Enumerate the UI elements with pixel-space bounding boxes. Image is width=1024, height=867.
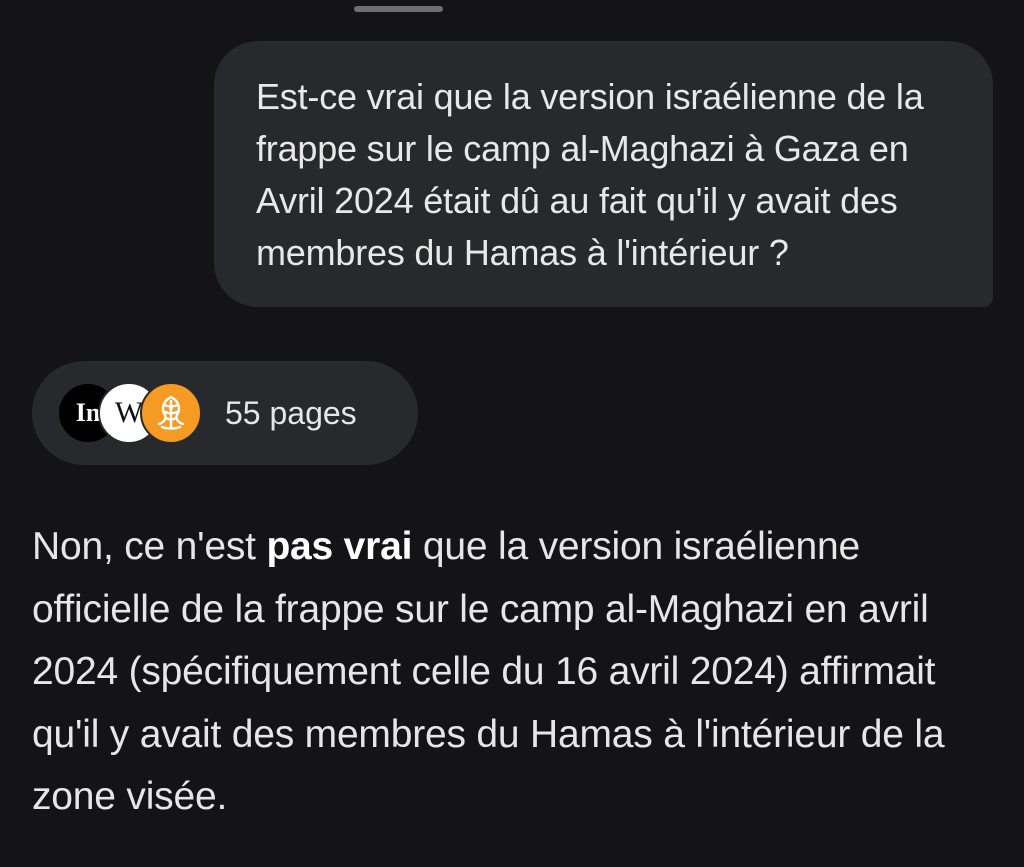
user-message-text: Est-ce vrai que la version israélienne d… — [256, 76, 924, 273]
independent-logo-glyph: In — [75, 398, 101, 427]
sources-chip[interactable]: In W 55 pages — [32, 361, 418, 465]
al-jazeera-logo-icon — [140, 382, 202, 444]
wikipedia-logo-glyph: W — [114, 396, 144, 429]
answer-emphasis: pas vrai — [266, 525, 413, 568]
bottom-sheet-drag-handle[interactable] — [354, 6, 443, 12]
sources-count-label: 55 pages — [225, 395, 357, 431]
answer-lead: Non, ce n'est — [32, 525, 267, 568]
assistant-answer: Non, ce n'est pas vrai que la version is… — [32, 516, 992, 829]
answer-rest: que la version israélienne officielle de… — [32, 525, 945, 818]
user-message-bubble: Est-ce vrai que la version israélienne d… — [214, 41, 993, 307]
al-jazeera-emblem — [157, 395, 185, 430]
